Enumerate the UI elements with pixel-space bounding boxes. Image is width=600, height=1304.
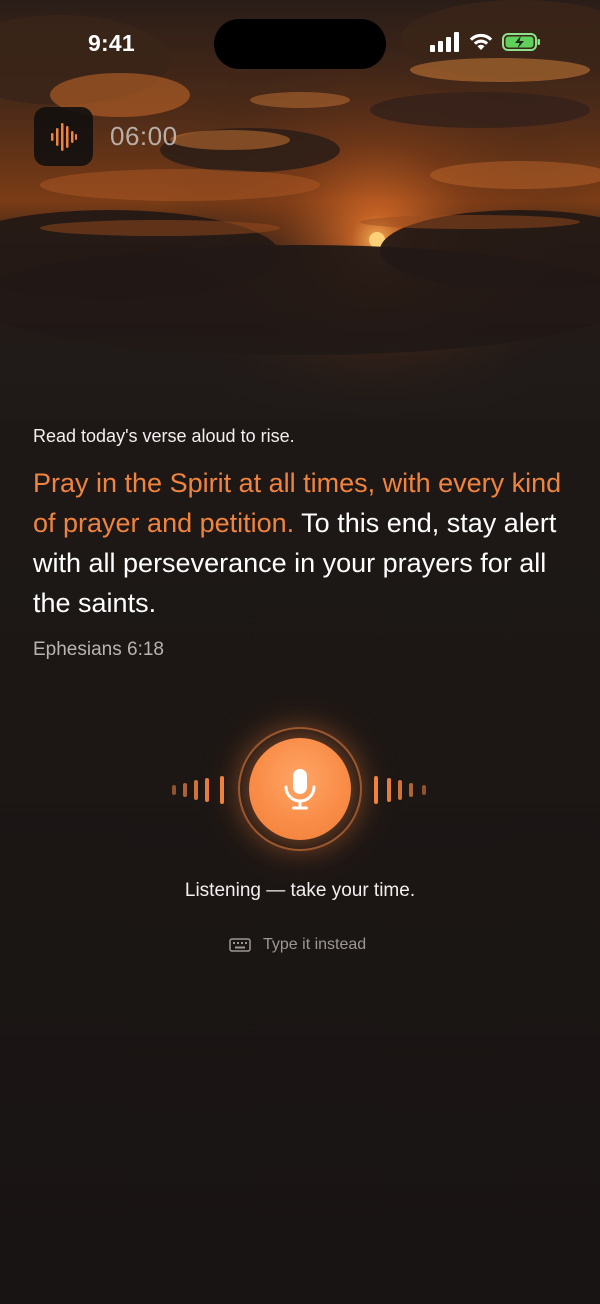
wifi-icon — [469, 33, 493, 50]
timer-tile[interactable] — [34, 107, 93, 166]
voice-verse-screen: 9:41 06:00 Read today's verse aloud to r… — [0, 0, 600, 1304]
keyboard-icon — [229, 938, 251, 952]
type-instead-label: Type it instead — [263, 936, 367, 953]
listening-status: Listening — take your time. — [184, 880, 416, 901]
type-instead-button[interactable]: Type it instead — [229, 936, 366, 954]
waveform-icon — [50, 122, 77, 151]
timer-value: 06:00 — [110, 121, 178, 151]
instruction-text: Read today's verse aloud to rise. — [33, 426, 295, 446]
dynamic-island — [214, 19, 386, 69]
status-bar-icons — [430, 32, 542, 52]
audio-level-bars-right — [374, 776, 426, 804]
battery-charging-icon — [502, 33, 540, 51]
microphone-icon — [284, 769, 316, 810]
audio-level-bars-left — [172, 776, 224, 804]
microphone-button[interactable] — [249, 738, 351, 840]
verse-reference: Ephesians 6:18 — [33, 639, 164, 660]
status-bar-time: 9:41 — [88, 30, 135, 56]
cellular-signal-icon — [430, 32, 459, 52]
verse-text: Pray in the Spirit at all times, with ev… — [33, 463, 573, 623]
